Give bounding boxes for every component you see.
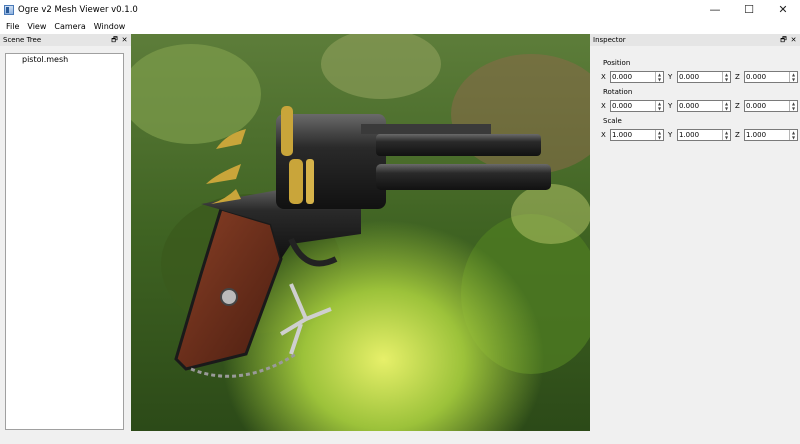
axis-y-label: Y: [668, 102, 673, 110]
spin-down-icon[interactable]: ▼: [790, 77, 797, 82]
app-icon: [4, 4, 14, 15]
axis-y-label: Y: [668, 73, 673, 81]
menu-bar: File View Camera Window: [0, 19, 800, 34]
rotation-z-input[interactable]: [745, 101, 789, 111]
spin-arrows[interactable]: ▲ ▼: [789, 101, 797, 111]
axis-y-label: Y: [668, 131, 673, 139]
float-icon[interactable]: 🗗: [111, 36, 118, 44]
pistol-render: [131, 34, 590, 431]
float-icon[interactable]: 🗗: [780, 36, 787, 44]
scale-z-input[interactable]: [745, 130, 789, 140]
title-bar: Ogre v2 Mesh Viewer v0.1.0 — ☐ ✕: [0, 0, 800, 19]
scene-tree-list[interactable]: pistol.mesh: [5, 53, 124, 430]
inspector-dock: Inspector 🗗 ✕ Position X ▲▼ Y ▲▼ Z ▲▼ Ro…: [590, 34, 800, 432]
inspector-title: Inspector: [593, 36, 626, 44]
rotation-label: Rotation: [603, 88, 633, 96]
minimize-button[interactable]: —: [698, 0, 732, 19]
window-title: Ogre v2 Mesh Viewer v0.1.0: [18, 4, 138, 15]
spin-arrows[interactable]: ▲ ▼: [655, 130, 663, 140]
rotation-z-spinbox[interactable]: ▲▼: [744, 100, 798, 112]
position-y-spinbox[interactable]: ▲▼: [677, 71, 731, 83]
menu-file[interactable]: File: [2, 22, 23, 31]
spin-down-icon[interactable]: ▼: [790, 106, 797, 111]
rotation-x-input[interactable]: [611, 101, 655, 111]
spin-down-icon[interactable]: ▼: [790, 135, 797, 140]
menu-view[interactable]: View: [23, 22, 50, 31]
rotation-y-input[interactable]: [678, 101, 722, 111]
spin-arrows[interactable]: ▲ ▼: [789, 130, 797, 140]
scale-y-input[interactable]: [678, 130, 722, 140]
axis-z-label: Z: [735, 73, 740, 81]
rotation-row: X ▲▼ Y ▲▼ Z ▲▼: [601, 100, 800, 112]
scene-tree-title: Scene Tree: [3, 36, 42, 44]
spin-down-icon[interactable]: ▼: [723, 106, 730, 111]
spin-arrows[interactable]: ▲ ▼: [722, 72, 730, 82]
spin-down-icon[interactable]: ▼: [723, 77, 730, 82]
axis-x-label: X: [601, 73, 606, 81]
position-z-input[interactable]: [745, 72, 789, 82]
menu-camera[interactable]: Camera: [50, 22, 89, 31]
rotation-x-spinbox[interactable]: ▲▼: [610, 100, 664, 112]
rotation-y-spinbox[interactable]: ▲▼: [677, 100, 731, 112]
spin-arrows[interactable]: ▲ ▼: [722, 101, 730, 111]
scene-tree-titlebar[interactable]: Scene Tree 🗗 ✕: [0, 34, 131, 46]
position-x-spinbox[interactable]: ▲▼: [610, 71, 664, 83]
tree-item-pistol-mesh[interactable]: pistol.mesh: [6, 54, 123, 64]
maximize-button[interactable]: ☐: [732, 0, 766, 19]
inspector-titlebar[interactable]: Inspector 🗗 ✕: [590, 34, 800, 46]
scene-tree-dock: Scene Tree 🗗 ✕ pistol.mesh: [0, 34, 131, 432]
spin-down-icon[interactable]: ▼: [656, 135, 663, 140]
axis-z-label: Z: [735, 102, 740, 110]
axis-z-label: Z: [735, 131, 740, 139]
position-label: Position: [603, 59, 631, 67]
close-icon[interactable]: ✕: [790, 36, 797, 44]
menu-window[interactable]: Window: [90, 22, 130, 31]
scale-x-spinbox[interactable]: ▲▼: [610, 129, 664, 141]
spin-arrows[interactable]: ▲ ▼: [655, 101, 663, 111]
render-viewport[interactable]: [131, 34, 590, 431]
position-x-input[interactable]: [611, 72, 655, 82]
axis-x-label: X: [601, 131, 606, 139]
position-y-input[interactable]: [678, 72, 722, 82]
spin-arrows[interactable]: ▲ ▼: [655, 72, 663, 82]
spin-down-icon[interactable]: ▼: [656, 106, 663, 111]
spin-arrows[interactable]: ▲ ▼: [722, 130, 730, 140]
axis-x-label: X: [601, 102, 606, 110]
close-icon[interactable]: ✕: [121, 36, 128, 44]
scale-label: Scale: [603, 117, 622, 125]
status-bar: [0, 432, 800, 444]
scale-y-spinbox[interactable]: ▲▼: [677, 129, 731, 141]
scale-row: X ▲▼ Y ▲▼ Z ▲▼: [601, 129, 800, 141]
position-row: X ▲▼ Y ▲▼ Z ▲▼: [601, 71, 800, 83]
close-button[interactable]: ✕: [766, 0, 800, 19]
spin-arrows[interactable]: ▲ ▼: [789, 72, 797, 82]
scale-x-input[interactable]: [611, 130, 655, 140]
spin-down-icon[interactable]: ▼: [723, 135, 730, 140]
scale-z-spinbox[interactable]: ▲▼: [744, 129, 798, 141]
spin-down-icon[interactable]: ▼: [656, 77, 663, 82]
position-z-spinbox[interactable]: ▲▼: [744, 71, 798, 83]
